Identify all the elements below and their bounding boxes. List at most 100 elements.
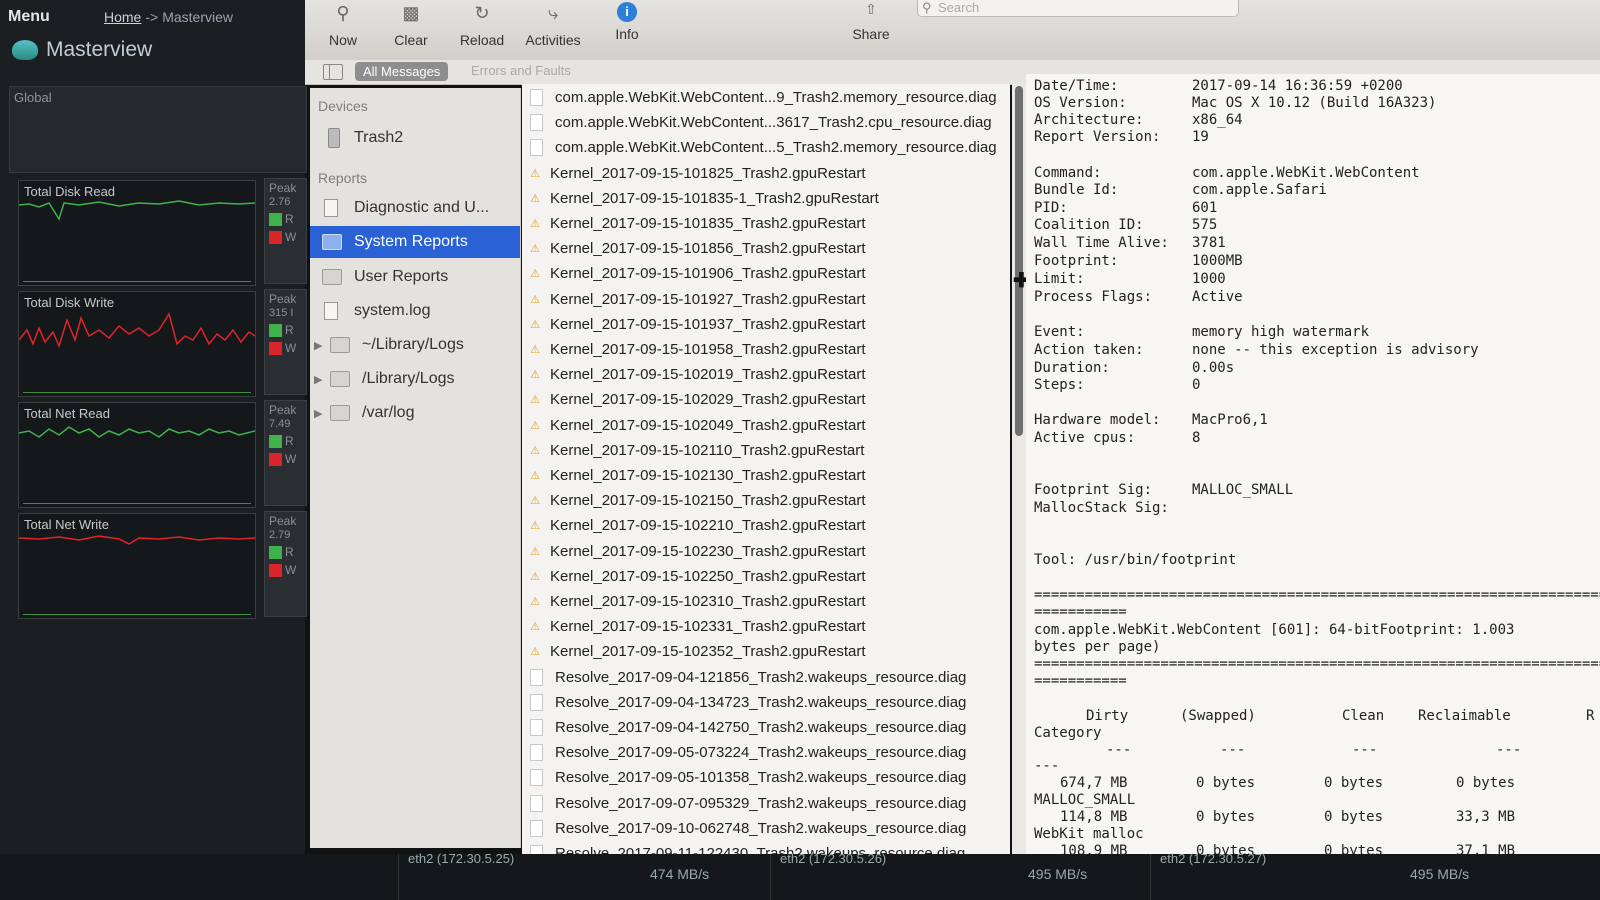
file-list-item[interactable]: com.apple.WebKit.WebContent...9_Trash2.m… <box>522 85 1010 110</box>
file-list-item[interactable]: ⚠ Kernel_2017-09-15-102250_Trash2.gpuRest… <box>522 564 1010 589</box>
file-list-item[interactable]: ⚠ Kernel_2017-09-15-101856_Trash2.gpuRest… <box>522 236 1010 261</box>
file-list-item[interactable]: ⚠ Kernel_2017-09-15-102029_Trash2.gpuRest… <box>522 387 1010 412</box>
file-name: Kernel_2017-09-15-102110_Trash2.gpuResta… <box>550 441 865 459</box>
disk-write-sparkline <box>19 312 255 349</box>
sidebar-item-user-library-logs[interactable]: ▶ ~/Library/Logs <box>310 329 520 361</box>
file-name: Kernel_2017-09-15-101835_Trash2.gpuResta… <box>550 215 866 232</box>
disclosure-triangle-icon[interactable]: ▶ <box>314 373 326 386</box>
reload-button[interactable]: ↻ Reload <box>455 0 509 48</box>
share-button[interactable]: ⇧ Share <box>848 0 894 42</box>
file-list-item[interactable]: Resolve_2017-09-05-073224_Trash2.wakeups… <box>522 740 1010 765</box>
file-list-item[interactable]: ⚠ Kernel_2017-09-15-102352_Trash2.gpuRest… <box>522 639 1010 664</box>
file-list-item[interactable]: ⚠ Kernel_2017-09-15-101927_Trash2.gpuRest… <box>522 287 1010 312</box>
sidebar-toggle-icon[interactable] <box>323 64 343 80</box>
kv-key: PID: <box>1034 200 1068 216</box>
kv-key: Date/Time: <box>1034 78 1119 94</box>
peak-label: Peak <box>269 181 297 195</box>
file-list-item[interactable]: ⚠ Kernel_2017-09-15-102331_Trash2.gpuRest… <box>522 614 1010 639</box>
masterview-logo-icon <box>12 40 38 60</box>
file-list-item[interactable]: ⚠ Kernel_2017-09-15-102310_Trash2.gpuRest… <box>522 589 1010 614</box>
kv-key: MallocStack Sig: <box>1034 500 1169 516</box>
separator-rule: ========================================… <box>1034 656 1600 672</box>
clear-button[interactable]: ▩ Clear <box>389 0 433 48</box>
report-file-list: com.apple.WebKit.WebContent...9_Trash2.m… <box>522 84 1010 854</box>
sidebar-item-system-reports[interactable]: System Reports <box>310 226 520 258</box>
file-list-item[interactable]: com.apple.WebKit.WebContent...5_Trash2.m… <box>522 135 1010 160</box>
sidebar-item-var-log[interactable]: ▶ /var/log <box>310 397 520 429</box>
sidebar-item-label: /var/log <box>362 404 415 421</box>
file-list-item[interactable]: ⚠ Kernel_2017-09-15-102110_Trash2.gpuRest… <box>522 438 1010 463</box>
file-list-item[interactable]: ⚠ Kernel_2017-09-15-102130_Trash2.gpuRest… <box>522 463 1010 488</box>
kv-value: Mac OS X 10.12 (Build 16A323) <box>1192 95 1437 111</box>
all-messages-tab[interactable]: All Messages <box>355 62 449 81</box>
sidebar-item-diagnostic[interactable]: Diagnostic and U... <box>310 192 520 224</box>
scrollbar-thumb[interactable] <box>1015 86 1023 436</box>
file-list-item[interactable]: Resolve_2017-09-04-134723_Trash2.wakeups… <box>522 690 1010 715</box>
dash-reclaimable: --- <box>1496 742 1522 758</box>
errors-faults-tab[interactable]: Errors and Faults <box>471 63 571 78</box>
split-divider[interactable]: ✚ <box>1012 84 1030 854</box>
warning-icon: ⚠ <box>530 394 540 407</box>
file-list-item[interactable]: Resolve_2017-09-04-142750_Trash2.wakeups… <box>522 715 1010 740</box>
document-icon <box>530 769 543 787</box>
file-list-item[interactable]: ⚠ Kernel_2017-09-15-102019_Trash2.gpuRest… <box>522 362 1010 387</box>
kv-key: Steps: <box>1034 377 1085 393</box>
file-list-item[interactable]: Resolve_2017-09-04-121856_Trash2.wakeups… <box>522 665 1010 690</box>
breadcrumb-home-link[interactable]: Home <box>104 9 141 25</box>
kv-key: Coalition ID: <box>1034 217 1144 233</box>
sidebar-item-system-log[interactable]: system.log <box>310 295 520 327</box>
net-write-sparkline <box>19 535 255 545</box>
write-legend-label: W <box>285 452 297 466</box>
file-list-item[interactable]: ⚠ Kernel_2017-09-15-101825_Trash2.gpuRest… <box>522 161 1010 186</box>
info-button[interactable]: i Info <box>607 0 647 42</box>
file-list-item[interactable]: ⚠ Kernel_2017-09-15-101906_Trash2.gpuRest… <box>522 261 1010 286</box>
write-legend-label: W <box>285 230 297 244</box>
write-legend-label: W <box>285 341 297 355</box>
activities-button[interactable]: ⤷ Activities <box>520 0 586 48</box>
dash-dirty: --- <box>1106 742 1132 758</box>
disclosure-triangle-icon[interactable]: ▶ <box>314 339 326 352</box>
file-name: Kernel_2017-09-15-102230_Trash2.gpuResta… <box>550 542 866 560</box>
file-list-item[interactable]: Resolve_2017-09-10-062748_Trash2.wakeups… <box>522 816 1010 841</box>
menu-button[interactable]: Menu <box>8 8 50 26</box>
search-icon: ⚲ <box>922 0 932 15</box>
global-label: Global <box>14 90 52 105</box>
now-label: Now <box>328 32 357 48</box>
folder-icon <box>322 234 342 250</box>
disclosure-triangle-icon[interactable]: ▶ <box>314 407 326 420</box>
cell-category: MALLOC_SMALL <box>1034 792 1136 808</box>
write-legend-swatch <box>269 342 282 355</box>
sidebar-item-user-reports[interactable]: User Reports <box>310 261 520 293</box>
file-list-item[interactable]: ⚠ Kernel_2017-09-15-102210_Trash2.gpuRest… <box>522 513 1010 538</box>
file-list-item[interactable]: ⚠ Kernel_2017-09-15-102230_Trash2.gpuRest… <box>522 539 1010 564</box>
kv-key: OS Version: <box>1034 95 1127 111</box>
read-legend-label: R <box>285 434 294 448</box>
now-button[interactable]: ⚲ Now <box>323 0 363 48</box>
sidebar-item-library-logs[interactable]: ▶ /Library/Logs <box>310 363 520 395</box>
file-list-item[interactable]: ⚠ Kernel_2017-09-15-101835-1_Trash2.gpuRe… <box>522 186 1010 211</box>
file-list-item[interactable]: Resolve_2017-09-07-095329_Trash2.wakeups… <box>522 791 1010 816</box>
file-list-item[interactable]: com.apple.WebKit.WebContent...3617_Trash… <box>522 110 1010 135</box>
file-list-item[interactable]: ⚠ Kernel_2017-09-15-102150_Trash2.gpuRest… <box>522 488 1010 513</box>
col-header-category: Category <box>1034 725 1102 741</box>
kv-key: Process Flags: <box>1034 289 1153 305</box>
col-header-dirty: Dirty <box>1086 708 1129 724</box>
search-input[interactable]: ⚲ Search <box>917 0 1239 17</box>
file-list-item[interactable]: Resolve_2017-09-05-101358_Trash2.wakeups… <box>522 765 1010 790</box>
kv-value: 3781 <box>1192 235 1226 251</box>
file-list-item[interactable]: ⚠ Kernel_2017-09-15-102049_Trash2.gpuRest… <box>522 413 1010 438</box>
file-list-item[interactable]: ⚠ Kernel_2017-09-15-101835_Trash2.gpuRest… <box>522 211 1010 236</box>
sidebar-item-trash2[interactable]: Trash2 <box>310 122 520 154</box>
file-name: Resolve_2017-09-10-062748_Trash2.wakeups… <box>555 819 967 837</box>
file-list-item[interactable]: ⚠ Kernel_2017-09-15-101958_Trash2.gpuRest… <box>522 337 1010 362</box>
file-list-item[interactable]: ⚠ Kernel_2017-09-15-101937_Trash2.gpuRest… <box>522 312 1010 337</box>
activities-icon: ⤷ <box>547 3 559 23</box>
peak-panel-net-write: Peak 2.79 R W <box>264 511 307 617</box>
peak-panel-disk-write: Peak 315 I R W <box>264 289 307 395</box>
reload-label: Reload <box>459 32 505 48</box>
file-list-item[interactable]: Resolve_2017-09-11-122430_Trash2.wakeups… <box>522 841 1010 854</box>
kv-key: Footprint Sig: <box>1034 482 1153 498</box>
file-name: Kernel_2017-09-15-102331_Trash2.gpuResta… <box>550 618 866 636</box>
read-legend-swatch <box>269 435 282 448</box>
chart-total-net-write: Total Net Write <box>18 513 256 619</box>
